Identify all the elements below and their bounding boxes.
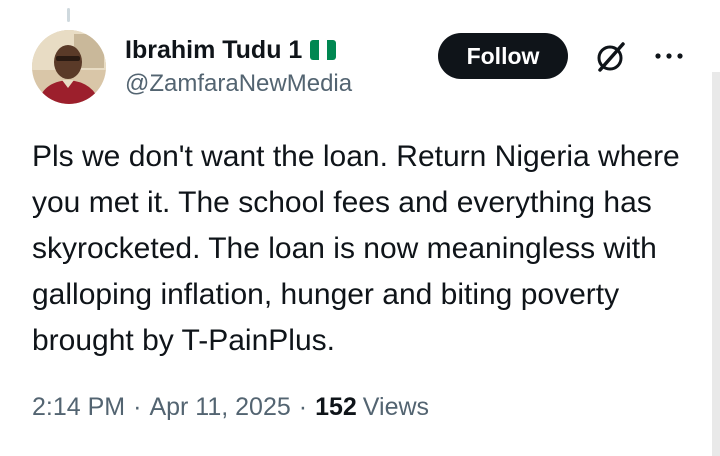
views-count[interactable]: 152 bbox=[315, 393, 357, 422]
thread-connector-line bbox=[67, 8, 70, 22]
author-identity[interactable]: Ibrahim Tudu 1 @ZamfaraNewMedia bbox=[125, 34, 352, 98]
follow-button[interactable]: Follow bbox=[438, 33, 568, 79]
tweet-page: Ibrahim Tudu 1 @ZamfaraNewMedia Follow P… bbox=[0, 0, 720, 456]
views-label[interactable]: Views bbox=[363, 393, 429, 422]
meta-separator: · bbox=[298, 393, 308, 421]
meta-separator: · bbox=[133, 393, 142, 421]
author-display-name[interactable]: Ibrahim Tudu 1 bbox=[125, 36, 302, 65]
nigeria-flag-icon bbox=[310, 40, 337, 60]
avatar[interactable] bbox=[32, 30, 106, 104]
more-horizontal-icon[interactable] bbox=[652, 44, 686, 68]
grok-icon[interactable] bbox=[594, 40, 628, 74]
tweet-meta: 2:14 PM · Apr 11, 2025 · 152 Views bbox=[32, 393, 429, 422]
tweet-time[interactable]: 2:14 PM bbox=[32, 393, 125, 422]
author-handle[interactable]: @ZamfaraNewMedia bbox=[125, 70, 352, 98]
tweet-header: Ibrahim Tudu 1 @ZamfaraNewMedia Follow bbox=[32, 30, 692, 110]
tweet-date[interactable]: Apr 11, 2025 bbox=[149, 393, 290, 422]
scrollbar[interactable] bbox=[712, 72, 720, 456]
tweet-text: Pls we don't want the loan. Return Niger… bbox=[32, 140, 680, 357]
